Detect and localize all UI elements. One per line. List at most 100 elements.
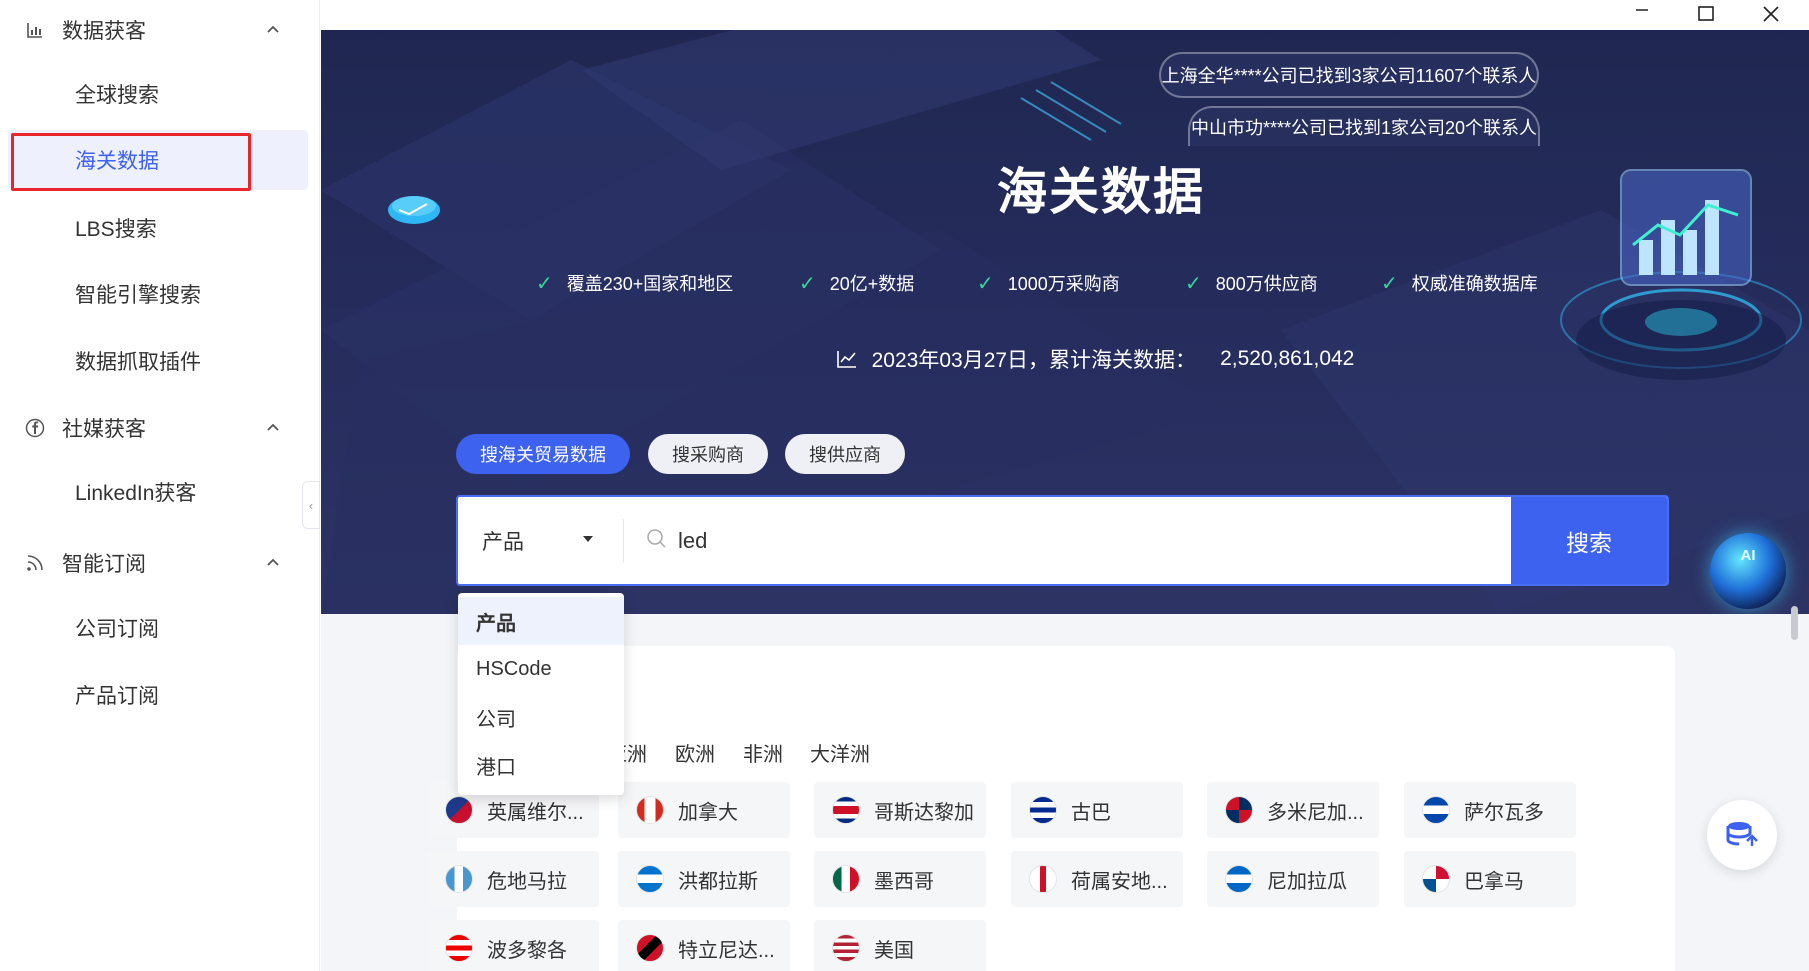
option-label: 公司 (476, 708, 516, 731)
country-chip[interactable]: 墨西哥 (814, 851, 986, 907)
scrollbar-thumb[interactable] (1791, 606, 1798, 640)
option-label: 产品 (476, 612, 516, 635)
search-button-label: 搜索 (1566, 529, 1612, 556)
minimize-button[interactable] (1620, 0, 1664, 28)
tab-suppliers[interactable]: 搜供应商 (785, 434, 905, 474)
rss-icon (24, 552, 46, 574)
tab-continent-africa[interactable]: 非洲 (743, 738, 783, 767)
country-chip[interactable]: 多米尼加... (1207, 782, 1379, 838)
country-chip[interactable]: 尼加拉瓜 (1207, 851, 1379, 907)
close-button[interactable] (1749, 0, 1793, 28)
option-label: 港口 (476, 756, 516, 779)
country-chip[interactable]: 危地马拉 (427, 851, 599, 907)
country-chip[interactable]: 洪都拉斯 (618, 851, 790, 907)
country-chip[interactable]: 加拿大 (618, 782, 790, 838)
tab-continent-europe[interactable]: 欧洲 (675, 738, 715, 767)
sidebar-item-company-subscription[interactable]: 公司订阅 (0, 598, 320, 658)
window-titlebar (321, 0, 1809, 30)
country-chip[interactable]: 特立尼达... (618, 920, 790, 971)
database-icon (1726, 822, 1758, 846)
sidebar-item-label: 全球搜索 (75, 84, 159, 107)
trend-chart-icon (836, 351, 856, 368)
feature-item: ✓ 800万供应商 (1185, 270, 1318, 296)
sidebar-item-engine-search[interactable]: 智能引擎搜索 (0, 264, 320, 324)
feature-text: 20亿+数据 (829, 274, 915, 294)
flag-icon (1422, 796, 1450, 824)
sidebar-item-customs-data[interactable]: 海关数据 (8, 130, 308, 190)
country-chip[interactable]: 美国 (814, 920, 986, 971)
tab-label: 搜采购商 (672, 445, 744, 465)
country-name: 美国 (874, 939, 914, 962)
ticker-item: 上海全华****公司已找到3家公司11607个联系人 (1159, 52, 1539, 98)
bar-chart-icon (24, 19, 46, 41)
collapse-sidebar-button[interactable]: ‹ (302, 481, 320, 529)
check-icon: ✓ (799, 272, 816, 295)
search-button[interactable]: 搜索 (1511, 497, 1667, 584)
country-name: 特立尼达... (678, 939, 775, 962)
country-name: 巴拿马 (1464, 870, 1524, 893)
flag-icon (445, 865, 473, 893)
main-content: 上海全华****公司已找到3家公司11607个联系人 中山市功****公司已找到… (321, 0, 1809, 971)
dropdown-option-port[interactable]: 港口 (458, 741, 624, 789)
stat-label: 2023年03月27日，累计海关数据： (871, 349, 1197, 372)
country-name: 多米尼加... (1267, 801, 1364, 824)
feature-item: ✓ 覆盖230+国家和地区 (536, 270, 733, 296)
sidebar-item-lbs-search[interactable]: LBS搜索 (0, 198, 320, 258)
tab-continent-oceania[interactable]: 大洋洲 (810, 738, 870, 767)
search-input[interactable] (638, 507, 1558, 574)
country-chip[interactable]: 古巴 (1011, 782, 1183, 838)
search-type-select[interactable]: 产品 (458, 497, 623, 584)
check-icon: ✓ (1185, 272, 1202, 295)
check-icon: ✓ (977, 272, 994, 295)
database-shortcut-button[interactable] (1707, 800, 1777, 870)
country-name: 墨西哥 (874, 870, 934, 893)
sidebar-item-label: LinkedIn获客 (75, 482, 197, 505)
country-chip[interactable]: 巴拿马 (1404, 851, 1576, 907)
flag-icon (832, 796, 860, 824)
sidebar-item-scraper-plugin[interactable]: 数据抓取插件 (0, 331, 320, 391)
option-label: HSCode (476, 657, 552, 680)
sidebar-item-label: 公司订阅 (75, 618, 159, 641)
dropdown-option-product[interactable]: 产品 (458, 597, 624, 645)
country-name: 英属维尔... (487, 801, 584, 824)
country-name: 荷属安地... (1071, 870, 1168, 893)
tab-buyers[interactable]: 搜采购商 (648, 434, 768, 474)
flag-icon (832, 934, 860, 962)
country-chip[interactable]: 荷属安地... (1011, 851, 1183, 907)
flag-icon (445, 796, 473, 824)
feature-text: 1000万采购商 (1007, 274, 1120, 294)
flag-icon (832, 865, 860, 893)
sidebar-item-global-search[interactable]: 全球搜索 (0, 64, 320, 124)
ticker-text: 中山市功****公司已找到1家公司20个联系人 (1190, 118, 1538, 138)
sidebar-item-label: 海关数据 (75, 150, 159, 173)
country-name: 洪都拉斯 (678, 870, 758, 893)
sidebar-group-social-acquisition[interactable]: 社媒获客 (0, 403, 320, 453)
dropdown-option-hscode[interactable]: HSCode (458, 645, 624, 693)
chevron-left-icon: ‹ (308, 497, 314, 513)
country-name: 危地马拉 (487, 870, 567, 893)
ticker-item: 中山市功****公司已找到1家公司20个联系人 (1188, 106, 1540, 146)
dropdown-option-company[interactable]: 公司 (458, 693, 624, 741)
sidebar-group-label: 数据获客 (62, 20, 146, 43)
country-name: 古巴 (1071, 801, 1111, 824)
sidebar-item-linkedin[interactable]: LinkedIn获客 (0, 462, 320, 522)
search-type-value: 产品 (482, 530, 524, 554)
sidebar-item-product-subscription[interactable]: 产品订阅 (0, 665, 320, 725)
sidebar-group-smart-subscription[interactable]: 智能订阅 (0, 538, 320, 588)
flag-icon (636, 796, 664, 824)
country-chip[interactable]: 哥斯达黎加 (814, 782, 986, 838)
country-chip[interactable]: 萨尔瓦多 (1404, 782, 1576, 838)
stat-value: 2,520,861,042 (1220, 347, 1355, 370)
maximize-button[interactable] (1684, 0, 1728, 28)
feature-text: 覆盖230+国家和地区 (566, 274, 734, 294)
sidebar-group-data-acquisition[interactable]: 数据获客 (0, 5, 320, 55)
feature-text: 权威准确数据库 (1411, 274, 1538, 294)
tab-customs-trade-data[interactable]: 搜海关贸易数据 (456, 434, 630, 474)
ai-assistant-button[interactable]: AI (1710, 533, 1786, 609)
country-chip[interactable]: 波多黎各 (427, 920, 599, 971)
divider (623, 519, 624, 563)
sidebar: 数据获客 全球搜索 海关数据 LBS搜索 智能引擎搜索 数据抓取插件 社媒获客 … (0, 0, 320, 971)
check-icon: ✓ (1381, 272, 1398, 295)
country-name: 尼加拉瓜 (1267, 870, 1347, 893)
country-name: 加拿大 (678, 801, 738, 824)
